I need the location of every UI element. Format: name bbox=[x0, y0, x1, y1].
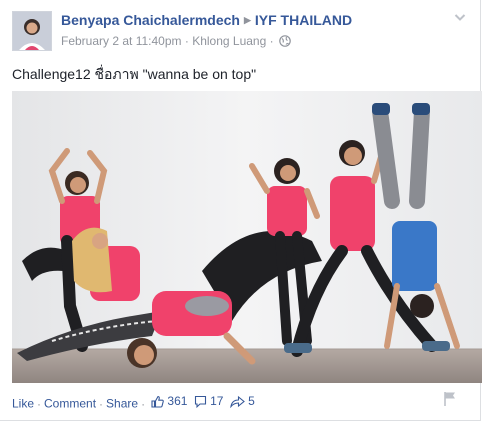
action-separator: · bbox=[141, 396, 146, 411]
comments-count[interactable]: 17 bbox=[194, 394, 223, 408]
shares-count[interactable]: 5 bbox=[230, 394, 255, 408]
globe-icon[interactable] bbox=[279, 35, 291, 47]
post-message: Challenge12 ชื่อภาพ "wanna be on top" bbox=[12, 66, 257, 82]
meta-separator: · bbox=[184, 34, 189, 48]
avatar[interactable] bbox=[12, 11, 52, 51]
post-header: Benyapa Chaichalermdech ▶ IYF THAILAND bbox=[61, 12, 352, 28]
action-separator: · bbox=[99, 396, 104, 411]
arrow-right-icon: ▶ bbox=[243, 15, 251, 25]
share-link[interactable]: Share bbox=[106, 397, 138, 411]
post-photo[interactable] bbox=[12, 91, 482, 383]
action-bar: Like · Comment · Share · 361 17 5 bbox=[12, 394, 255, 411]
action-separator: · bbox=[37, 396, 42, 411]
profile-photo bbox=[13, 12, 51, 50]
thumbs-up-icon bbox=[151, 395, 165, 408]
comments-count-value: 17 bbox=[210, 394, 224, 408]
share-arrow-icon bbox=[230, 395, 246, 408]
author-name[interactable]: Benyapa Chaichalermdech bbox=[61, 12, 240, 28]
likes-count-value: 361 bbox=[167, 394, 188, 408]
shares-count-value: 5 bbox=[248, 394, 255, 408]
like-link[interactable]: Like bbox=[12, 397, 34, 411]
flag-icon[interactable] bbox=[443, 391, 457, 407]
comment-link[interactable]: Comment bbox=[44, 397, 96, 411]
chevron-down-icon[interactable] bbox=[453, 10, 467, 24]
post-location[interactable]: Khlong Luang bbox=[192, 34, 266, 48]
meta-separator: · bbox=[269, 34, 274, 48]
post-timestamp[interactable]: February 2 at 11:40pm bbox=[61, 34, 182, 48]
group-name[interactable]: IYF THAILAND bbox=[255, 12, 352, 28]
post-card: Benyapa Chaichalermdech ▶ IYF THAILAND Feb… bbox=[0, 0, 482, 421]
post-meta: February 2 at 11:40pm · Khlong Luang · bbox=[61, 34, 291, 48]
likes-count[interactable]: 361 bbox=[151, 394, 187, 408]
comment-icon bbox=[195, 395, 207, 408]
